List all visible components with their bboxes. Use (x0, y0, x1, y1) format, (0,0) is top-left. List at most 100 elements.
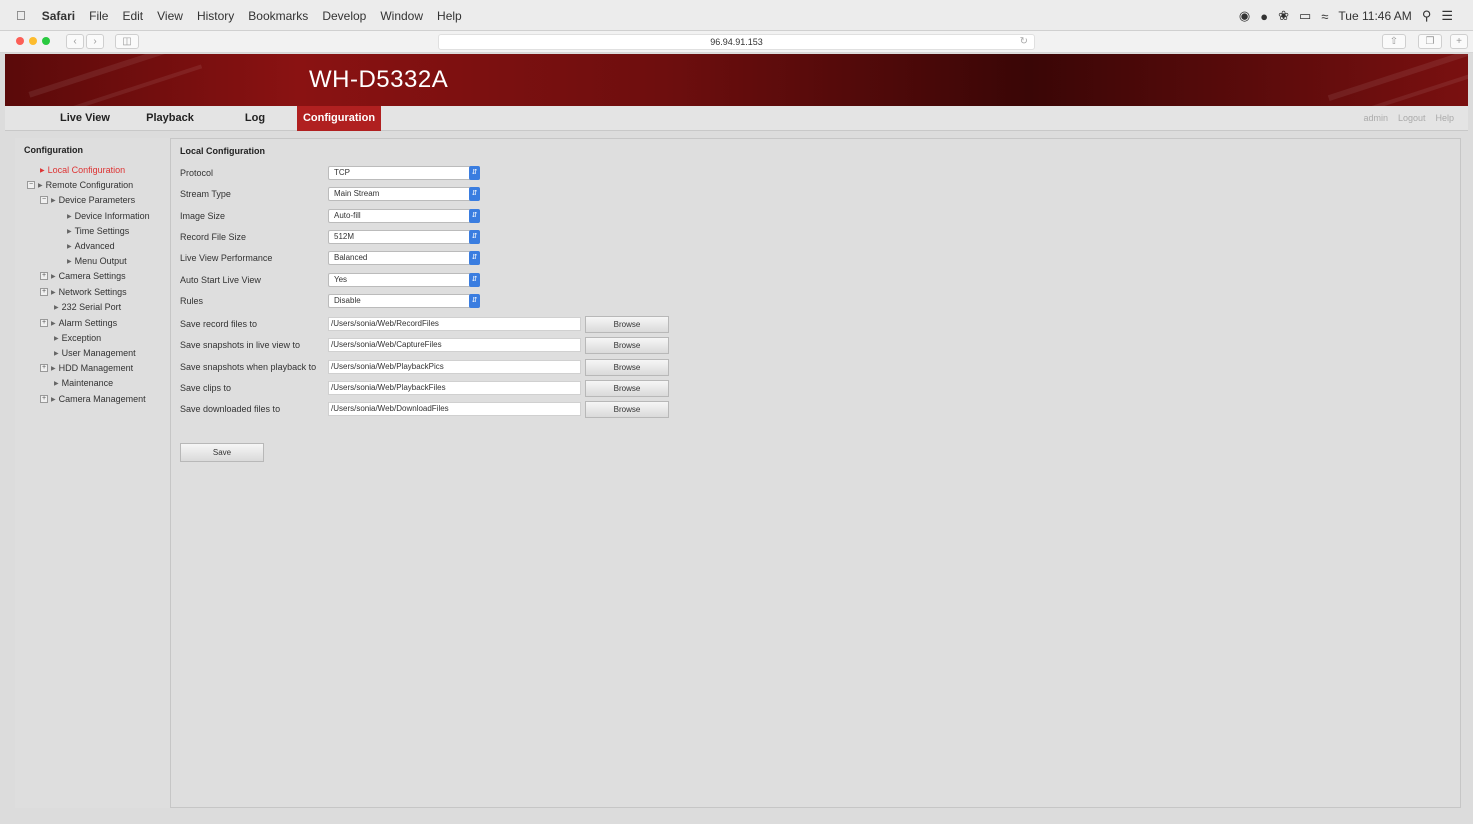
auto-start-live-view-select[interactable]: Yes ⇵ (328, 273, 480, 287)
save-button[interactable]: Save (180, 443, 264, 462)
sidebar-item-maintenance[interactable]: ▶ Maintenance (54, 378, 113, 388)
browse-record-files-button[interactable]: Browse (585, 316, 669, 333)
tree-arrow-icon: ▶ (67, 258, 72, 265)
status-app-icon[interactable]: ◉ (1239, 8, 1250, 24)
sidebar-item-advanced[interactable]: ▶ Advanced (67, 241, 115, 251)
expand-icon[interactable]: + (40, 288, 48, 296)
status-extension-icon[interactable]: ❀ (1278, 8, 1289, 24)
sidebar-item-label: Camera Settings (58, 271, 126, 281)
sidebar-item-device-parameters[interactable]: − ▶ Device Parameters (40, 195, 135, 205)
sidebar-item-exception[interactable]: ▶ Exception (54, 333, 101, 343)
sidebar-item-device-information[interactable]: ▶ Device Information (67, 211, 150, 221)
sidebar-item-label: User Management (61, 348, 136, 358)
sidebar-item-alarm-settings[interactable]: + ▶ Alarm Settings (40, 318, 117, 328)
collapse-icon[interactable]: − (27, 181, 35, 189)
wifi-icon[interactable]: ≈ (1321, 9, 1328, 24)
share-icon[interactable]: ⇧ (1382, 34, 1406, 49)
address-bar-url: 96.94.91.153 (710, 37, 763, 47)
logout-link[interactable]: Logout (1398, 113, 1426, 123)
protocol-value: TCP (334, 168, 350, 177)
menu-help[interactable]: Help (437, 9, 462, 23)
rules-select[interactable]: Disable ⇵ (328, 294, 480, 308)
tree-arrow-icon: ▶ (51, 396, 56, 403)
browse-clips-button[interactable]: Browse (585, 380, 669, 397)
sidebar-item-camera-management[interactable]: + ▶ Camera Management (40, 394, 146, 404)
sidebar-item-label: Maintenance (61, 378, 114, 388)
minimize-window-icon[interactable] (29, 37, 37, 45)
live-view-performance-select[interactable]: Balanced ⇵ (328, 251, 480, 265)
auto-start-live-view-label: Auto Start Live View (180, 275, 261, 285)
sidebar-item-user-management[interactable]: ▶ User Management (54, 348, 136, 358)
tree-arrow-icon: ▶ (51, 320, 56, 327)
airplay-icon[interactable]: ▭ (1299, 8, 1311, 24)
collapse-icon[interactable]: − (40, 196, 48, 204)
tree-arrow-icon: ▶ (54, 350, 59, 357)
menu-edit[interactable]: Edit (122, 9, 143, 23)
sidebar-item-label: Network Settings (58, 287, 127, 297)
tree-arrow-icon: ▶ (67, 243, 72, 250)
sidebar-toggle-icon[interactable]: ◫ (115, 34, 139, 49)
save-snapshots-live-path[interactable]: /Users/sonia/Web/CaptureFiles (328, 338, 581, 352)
back-icon[interactable]: ‹ (66, 34, 84, 49)
save-snapshots-playback-label: Save snapshots when playback to (180, 362, 317, 372)
tab-configuration[interactable]: Configuration (297, 106, 381, 131)
tree-arrow-icon: ▶ (40, 167, 45, 174)
menu-bookmarks[interactable]: Bookmarks (248, 9, 308, 23)
close-window-icon[interactable] (16, 37, 24, 45)
browse-snapshots-live-button[interactable]: Browse (585, 337, 669, 354)
protocol-select[interactable]: TCP ⇵ (328, 166, 480, 180)
expand-icon[interactable]: + (40, 364, 48, 372)
browse-snapshots-playback-button[interactable]: Browse (585, 359, 669, 376)
expand-icon[interactable]: + (40, 395, 48, 403)
browser-toolbar: ‹ › ◫ 96.94.91.153 ↻ ⇧ ❐ + (0, 31, 1473, 53)
save-downloaded-files-path[interactable]: /Users/sonia/Web/DownloadFiles (328, 402, 581, 416)
sidebar-item-menu-output[interactable]: ▶ Menu Output (67, 256, 127, 266)
sidebar-item-network-settings[interactable]: + ▶ Network Settings (40, 287, 127, 297)
expand-icon[interactable]: + (40, 272, 48, 280)
notification-center-icon[interactable]: ☰ (1441, 8, 1453, 24)
tabs-overview-icon[interactable]: ❐ (1418, 34, 1442, 49)
tree-arrow-icon: ▶ (67, 228, 72, 235)
menu-file[interactable]: File (89, 9, 108, 23)
sidebar-item-hdd-management[interactable]: + ▶ HDD Management (40, 363, 133, 373)
menu-window[interactable]: Window (380, 9, 423, 23)
user-name-link[interactable]: admin (1363, 113, 1388, 123)
tree-arrow-icon: ▶ (67, 213, 72, 220)
sidebar-item-serial-port[interactable]: ▶ 232 Serial Port (54, 302, 121, 312)
image-size-select[interactable]: Auto-fill ⇵ (328, 209, 480, 223)
expand-icon[interactable]: + (40, 319, 48, 327)
browse-downloaded-files-button[interactable]: Browse (585, 401, 669, 418)
spotlight-search-icon[interactable]: ⚲ (1422, 8, 1432, 24)
reload-icon[interactable]: ↻ (1020, 35, 1028, 49)
tab-playback[interactable]: Playback (135, 106, 205, 131)
stream-type-select[interactable]: Main Stream ⇵ (328, 187, 480, 201)
menu-develop[interactable]: Develop (322, 9, 366, 23)
menu-view[interactable]: View (157, 9, 183, 23)
menu-history[interactable]: History (197, 9, 234, 23)
tree-arrow-icon: ▶ (54, 335, 59, 342)
sidebar-item-remote-configuration[interactable]: − ▶ Remote Configuration (27, 180, 133, 190)
live-view-performance-value: Balanced (334, 253, 368, 262)
sidebar-item-time-settings[interactable]: ▶ Time Settings (67, 226, 129, 236)
sidebar-item-local-configuration[interactable]: ▶ Local Configuration (40, 165, 125, 175)
tab-live-view[interactable]: Live View (50, 106, 120, 131)
help-link[interactable]: Help (1435, 113, 1454, 123)
apple-menu-icon[interactable]:  (16, 8, 26, 23)
dropdown-arrow-icon: ⇵ (469, 209, 480, 223)
status-vpn-icon[interactable]: ● (1260, 9, 1268, 24)
zoom-window-icon[interactable] (42, 37, 50, 45)
address-bar[interactable]: 96.94.91.153 ↻ (438, 34, 1035, 50)
sidebar-item-camera-settings[interactable]: + ▶ Camera Settings (40, 271, 126, 281)
auto-start-live-view-value: Yes (334, 275, 348, 284)
menubar-clock[interactable]: Tue 11:46 AM (1338, 9, 1411, 23)
forward-icon[interactable]: › (86, 34, 104, 49)
tab-log[interactable]: Log (225, 106, 285, 131)
new-tab-icon[interactable]: + (1450, 34, 1468, 49)
tree-arrow-icon: ▶ (38, 182, 43, 189)
save-clips-path[interactable]: /Users/sonia/Web/PlaybackFiles (328, 381, 581, 395)
save-snapshots-playback-path[interactable]: /Users/sonia/Web/PlaybackPics (328, 360, 581, 374)
menu-app-name[interactable]: Safari (42, 9, 75, 23)
save-record-files-path[interactable]: /Users/sonia/Web/RecordFiles (328, 317, 581, 331)
record-file-size-select[interactable]: 512M ⇵ (328, 230, 480, 244)
save-downloaded-files-label: Save downloaded files to (180, 404, 281, 414)
